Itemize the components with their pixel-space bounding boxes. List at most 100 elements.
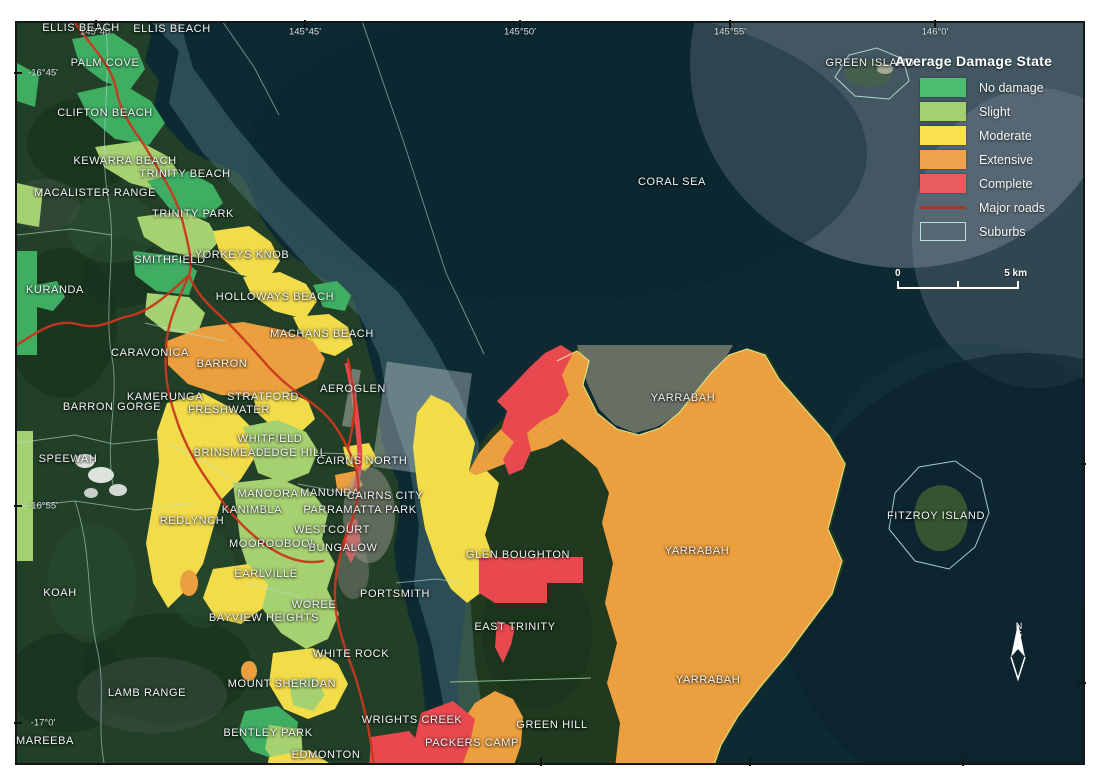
latitude-tick	[14, 505, 22, 507]
legend-label-complete: Complete	[979, 177, 1033, 191]
latitude-label: -16°55'	[28, 501, 58, 512]
place-label-edmonton: EDMONTON	[292, 749, 361, 761]
place-label-brinsmead: BRINSMEAD	[194, 447, 265, 459]
place-label-kanimbla: KANIMBLA	[222, 504, 282, 516]
place-label-mareeba: MAREEBA	[16, 735, 74, 747]
legend-item-no-damage: No damage	[895, 78, 1095, 97]
place-label-barron-gorge: BARRON GORGE	[63, 401, 161, 413]
north-arrow: N S	[1003, 621, 1035, 713]
legend-title: Average Damage State	[895, 53, 1095, 69]
place-label-palm-cove: PALM COVE	[71, 57, 140, 69]
place-label-stratford: STRATFORD	[227, 391, 299, 403]
place-label-woree: WOREE	[292, 599, 337, 611]
latitude-label: -16°45'	[28, 68, 58, 79]
legend-label-no-damage: No damage	[979, 81, 1044, 95]
place-label-trinity-beach: TRINITY BEACH	[139, 168, 230, 180]
place-label-mount-sheridan: MOUNT SHERIDAN	[228, 678, 336, 690]
place-label-aeroglen: AEROGLEN	[320, 383, 386, 395]
longitude-label: 145°50'	[504, 27, 536, 38]
latitude-tick	[14, 72, 22, 74]
scale-tick	[897, 281, 899, 289]
legend-item-slight: Slight	[895, 102, 1095, 121]
legend-key-extensive	[920, 150, 966, 169]
place-label-parramatta-park: PARRAMATTA PARK	[303, 504, 416, 516]
place-label-clifton-beach: CLIFTON BEACH	[57, 107, 153, 119]
place-label-cairns-city: CAIRNS CITY	[347, 490, 423, 502]
legend-item-extensive: Extensive	[895, 150, 1095, 169]
legend-label-suburbs: Suburbs	[979, 225, 1026, 239]
legend-key-no-damage	[920, 78, 966, 97]
latitude-label: -17°0'	[31, 718, 56, 729]
legend-key-major-roads	[920, 206, 966, 209]
place-label-green-hill: GREEN HILL	[516, 719, 587, 731]
map-canvas: ELLIS BEACH ELLIS BEACH PALM COVE CLIFTON B…	[15, 21, 1085, 765]
scale-tick	[957, 281, 959, 289]
place-label-koah: KOAH	[43, 587, 77, 599]
scale-bar: 0 5 km	[897, 268, 1019, 294]
longitude-label: 145°45'	[289, 27, 321, 38]
place-label-manoora: MANOORA	[237, 488, 298, 500]
legend-key-suburbs	[920, 222, 966, 241]
place-label-kuranda: KURANDA	[26, 284, 84, 296]
place-label-portsmith: PORTSMITH	[360, 588, 430, 600]
place-label-redlynch: REDLYNCH	[160, 515, 225, 527]
place-label-whitfield: WHITFIELD	[238, 433, 303, 445]
longitude-tick	[95, 20, 97, 28]
longitude-tick	[519, 20, 521, 28]
scale-max-label: 5 km	[1004, 268, 1027, 279]
legend-item-suburbs: Suburbs	[895, 222, 1095, 241]
map-figure-page: ELLIS BEACH ELLIS BEACH PALM COVE CLIFTON B…	[0, 0, 1100, 778]
legend-items: No damage Slight Moderate Extensive Complete…	[895, 78, 1095, 241]
place-label-westcourt: WESTCOURT	[294, 524, 370, 536]
place-label-white-rock: WHITE ROCK	[313, 648, 389, 660]
place-label-machans-beach: MACHANS BEACH	[270, 328, 374, 340]
place-label-yarrabah: YARRABAH	[651, 392, 716, 404]
legend-item-major-roads: Major roads	[895, 198, 1095, 217]
place-label-ellis-beach: ELLIS BEACH	[133, 23, 211, 35]
legend-label-major-roads: Major roads	[979, 201, 1045, 215]
longitude-tick	[934, 20, 936, 28]
latitude-tick	[14, 722, 22, 724]
place-label-yarrabah: YARRABAH	[676, 674, 741, 686]
north-arrow-icon	[1003, 621, 1033, 683]
place-label-glen-boughton: GLEN BOUGHTON	[466, 549, 570, 561]
place-label-bayview-heights: BAYVIEW HEIGHTS	[209, 612, 319, 624]
legend-label-moderate: Moderate	[979, 129, 1032, 143]
place-label-speewah: SPEEWAH	[39, 453, 98, 465]
place-label-freshwater: FRESHWATER	[188, 404, 270, 416]
place-label-macalister-range: MACALISTER RANGE	[34, 187, 156, 199]
longitude-tick	[729, 20, 731, 28]
latitude-tick-right	[1078, 463, 1086, 465]
longitude-tick-bottom	[962, 758, 964, 766]
legend-key-complete	[920, 174, 966, 193]
legend-item-moderate: Moderate	[895, 126, 1095, 145]
place-label-bungalow: BUNGALOW	[309, 542, 378, 554]
place-label-holloways-beach: HOLLOWAYS BEACH	[216, 291, 334, 303]
place-label-caravonica: CARAVONICA	[111, 347, 189, 359]
place-label-kewarra-beach: KEWARRA BEACH	[73, 155, 176, 167]
place-label-lamb-range: LAMB RANGE	[108, 687, 186, 699]
longitude-label: 146°0'	[922, 27, 949, 38]
place-label-east-trinity: EAST TRINITY	[474, 621, 555, 633]
place-label-wrights-creek: WRIGHTS CREEK	[362, 714, 463, 726]
place-label-mooroobool: MOOROOBOOL	[229, 538, 317, 550]
longitude-tick	[304, 20, 306, 28]
place-label-packers-camp: PACKERS CAMP	[425, 737, 519, 749]
place-label-yarrabah: YARRABAH	[665, 545, 730, 557]
place-label-barron: BARRON	[197, 358, 248, 370]
legend-key-moderate	[920, 126, 966, 145]
legend-item-complete: Complete	[895, 174, 1095, 193]
place-label-ellis-beach: ELLIS BEACH	[42, 22, 120, 34]
legend-label-extensive: Extensive	[979, 153, 1033, 167]
legend-key-slight	[920, 102, 966, 121]
place-label-yorkeys-knob: YORKEYS KNOB	[195, 249, 290, 261]
legend-label-slight: Slight	[979, 105, 1010, 119]
place-label-cairns-north: CAIRNS NORTH	[317, 455, 408, 467]
longitude-tick-bottom	[540, 758, 542, 766]
place-label-fitzroy-island: FITZROY ISLAND	[887, 510, 985, 522]
latitude-tick-right	[1078, 682, 1086, 684]
legend: Average Damage State No damage Slight Mode…	[895, 53, 1095, 246]
longitude-label: 145°55'	[714, 27, 746, 38]
place-label-bentley-park: BENTLEY PARK	[223, 727, 312, 739]
place-label-earlville: EARLVILLE	[234, 568, 297, 580]
